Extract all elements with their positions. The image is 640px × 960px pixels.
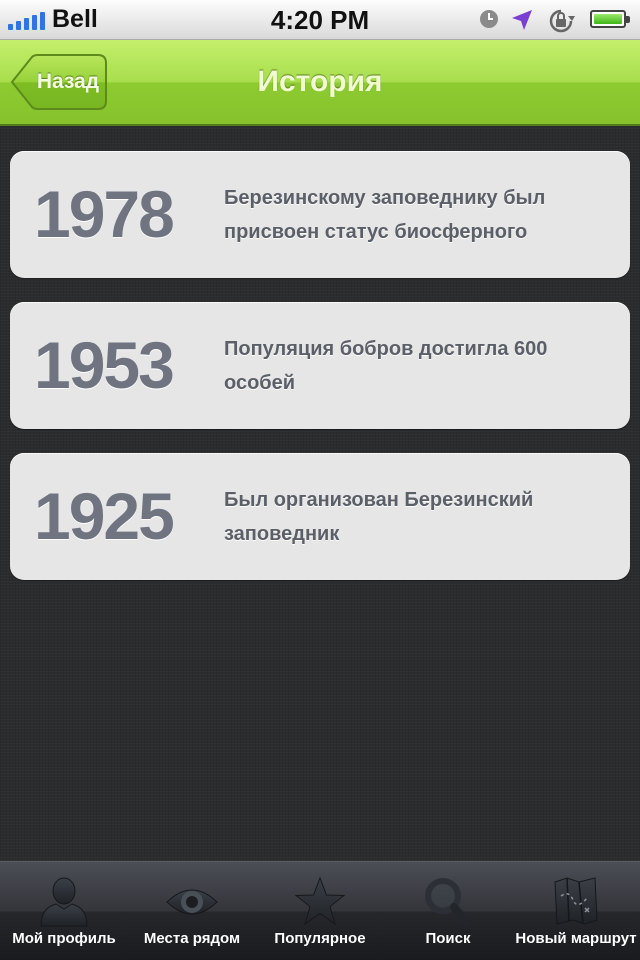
history-year: 1978 [34,177,175,251]
history-event-text: Березинскому заповеднику был присвоен ст… [224,187,546,243]
person-icon [40,877,88,927]
history-card[interactable]: 1953 Популяция бобров достигла 600 особе… [10,302,630,429]
tab-label: Новый маршрут [515,930,637,947]
status-time: 4:20 PM [270,5,370,35]
history-event-text: Был организован Березинский заповедник [224,489,534,545]
history-card[interactable]: 1978 Березинскому заповеднику был присво… [10,151,630,278]
alarm-clock-icon [480,10,498,28]
page-title: История [257,65,383,98]
tab-label: Места рядом [143,930,241,947]
navigation-bar: Назад История [0,40,640,126]
history-year: 1953 [34,328,175,402]
location-arrow-icon [512,10,532,30]
status-bar: Bell 4:20 PM [0,0,640,40]
history-year: 1925 [34,479,175,553]
star-icon [294,876,346,926]
tab-nearby[interactable]: Места рядом [128,862,256,960]
tab-bar: Мой профиль Места рядом Популярное Поиск… [0,861,640,960]
tab-new-route[interactable]: Новый маршрут [512,862,640,960]
eye-icon [166,889,218,915]
tab-my-profile[interactable]: Мой профиль [0,862,128,960]
tab-popular[interactable]: Популярное [256,862,384,960]
tab-search[interactable]: Поиск [384,862,512,960]
battery-icon [590,10,630,28]
magnifier-icon [425,878,470,926]
tab-label: Поиск [425,930,471,947]
map-icon [554,877,598,925]
tab-label: Популярное [274,930,366,947]
history-event-text: Популяция бобров достигла 600 особей [224,338,548,394]
rotation-lock-icon [549,9,575,33]
history-card[interactable]: 1925 Был организован Березинский заповед… [10,453,630,580]
history-list: 1978 Березинскому заповеднику был присво… [10,151,630,604]
battery-level-fill [594,14,622,24]
